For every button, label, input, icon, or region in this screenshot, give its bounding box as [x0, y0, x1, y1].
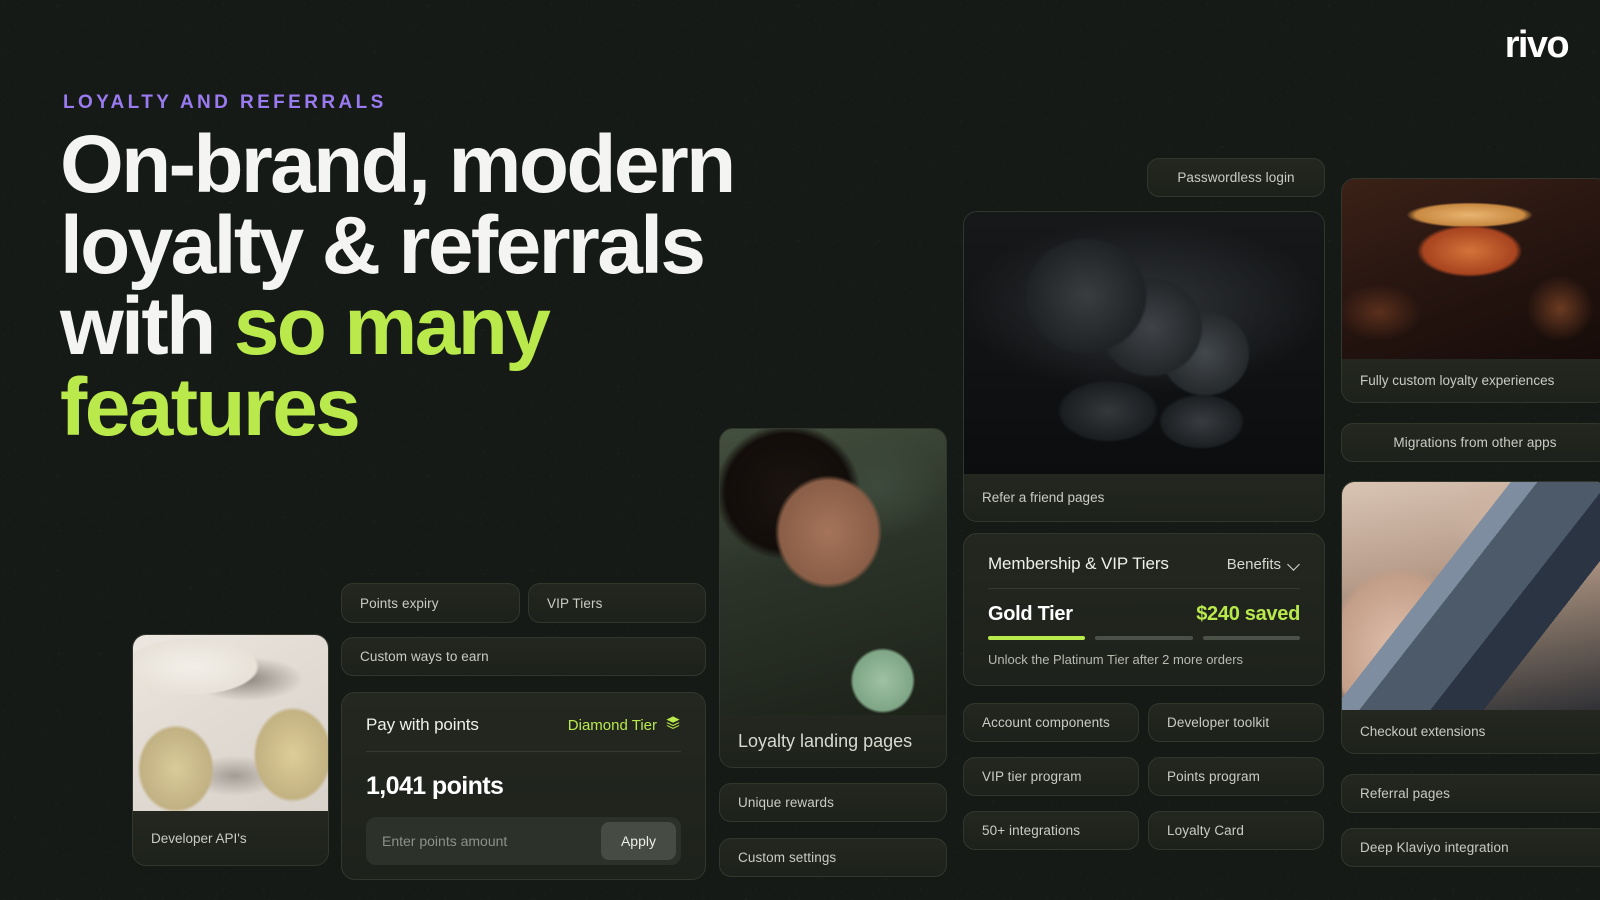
pay-card-title: Pay with points: [366, 715, 479, 734]
chevron-down-icon: [1289, 559, 1300, 570]
media-caption-checkout-extensions: Checkout extensions: [1342, 710, 1600, 753]
media-card-checkout-extensions[interactable]: Checkout extensions: [1341, 481, 1600, 754]
pill-unique-rewards[interactable]: Unique rewards: [719, 783, 947, 822]
benefits-dropdown[interactable]: Benefits: [1227, 556, 1300, 573]
pill-vip-tier-program[interactable]: VIP tier program: [963, 757, 1139, 796]
hero-section: rivo LOYALTY AND REFERRALS On-brand, mod…: [0, 0, 1600, 900]
photo-cookware-pans: [964, 212, 1324, 474]
points-balance: 1,041 points: [366, 772, 504, 800]
tier-summary-row: Gold Tier $240 saved: [988, 603, 1300, 626]
layers-icon: [665, 715, 681, 735]
vip-card-header: Membership & VIP Tiers Benefits: [988, 554, 1300, 588]
media-card-loyalty-landing-pages[interactable]: Loyalty landing pages: [719, 428, 947, 768]
pill-developer-toolkit[interactable]: Developer toolkit: [1148, 703, 1324, 742]
divider: [988, 588, 1300, 589]
pill-referral-pages[interactable]: Referral pages: [1341, 774, 1600, 813]
pill-points-program[interactable]: Points program: [1148, 757, 1324, 796]
page-title: On-brand, modern loyalty & referrals wit…: [60, 124, 760, 449]
pill-points-expiry[interactable]: Points expiry: [341, 583, 520, 623]
divider: [366, 751, 681, 752]
pill-loyalty-card[interactable]: Loyalty Card: [1148, 811, 1324, 850]
membership-vip-tiers-card: Membership & VIP Tiers Benefits Gold Tie…: [963, 533, 1325, 686]
photo-woman-skincare: [720, 429, 946, 715]
pay-card-tier-label: Diamond Tier: [567, 716, 657, 734]
progress-segment: [988, 636, 1086, 640]
pill-custom-settings[interactable]: Custom settings: [719, 838, 947, 877]
tier-unlock-note: Unlock the Platinum Tier after 2 more or…: [988, 652, 1244, 667]
pill-migrations-from-other-apps[interactable]: Migrations from other apps: [1341, 423, 1600, 462]
media-card-fully-custom-loyalty[interactable]: Fully custom loyalty experiences: [1341, 178, 1600, 403]
current-tier-name: Gold Tier: [988, 603, 1073, 625]
media-caption-loyalty-landing: Loyalty landing pages: [720, 715, 946, 767]
media-card-refer-a-friend[interactable]: Refer a friend pages: [963, 211, 1325, 522]
photo-cocktail: [1342, 179, 1600, 359]
pill-deep-klaviyo-integration[interactable]: Deep Klaviyo integration: [1341, 828, 1600, 867]
pay-with-points-card: Pay with points Diamond Tier 1,041 point…: [341, 692, 706, 880]
tier-progress-bar: [988, 636, 1300, 640]
pill-account-components[interactable]: Account components: [963, 703, 1139, 742]
pill-passwordless-login[interactable]: Passwordless login: [1147, 158, 1325, 197]
media-card-developer-api[interactable]: Developer API's: [132, 634, 329, 866]
apply-button[interactable]: Apply: [600, 822, 676, 860]
progress-segment: [1095, 636, 1193, 640]
media-caption-refer-a-friend: Refer a friend pages: [964, 474, 1324, 521]
benefits-label: Benefits: [1226, 555, 1281, 573]
pay-card-header: Pay with points Diamond Tier: [366, 715, 681, 751]
rivo-logo[interactable]: rivo: [1505, 26, 1570, 64]
vip-card-title: Membership & VIP Tiers: [988, 554, 1169, 573]
media-caption-developer-api: Developer API's: [133, 811, 328, 865]
photo-capsules: [133, 635, 328, 811]
pill-custom-ways-to-earn[interactable]: Custom ways to earn: [341, 637, 706, 676]
pay-card-tier-badge[interactable]: Diamond Tier: [568, 715, 681, 735]
points-input-group: Enter points amount Apply: [366, 817, 681, 865]
eyebrow-label: LOYALTY AND REFERRALS: [63, 92, 387, 113]
savings-amount: $240 saved: [1196, 603, 1300, 625]
pill-vip-tiers[interactable]: VIP Tiers: [528, 583, 706, 623]
points-input-placeholder[interactable]: Enter points amount: [382, 833, 507, 849]
media-caption-fully-custom: Fully custom loyalty experiences: [1342, 359, 1600, 402]
photo-hand-credit-card: [1342, 482, 1600, 710]
progress-segment: [1202, 636, 1300, 640]
pill-50-plus-integrations[interactable]: 50+ integrations: [963, 811, 1139, 850]
